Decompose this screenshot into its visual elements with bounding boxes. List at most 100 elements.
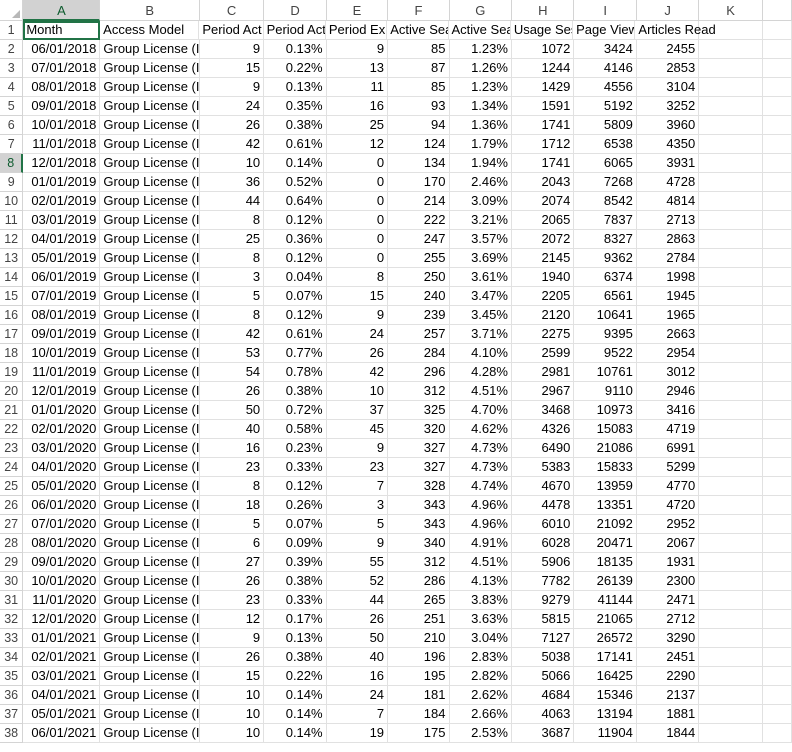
cell-g[interactable]: 4.96%	[449, 515, 512, 534]
cell-d[interactable]: 0.22%	[264, 667, 327, 686]
cell-c[interactable]: 10	[199, 154, 265, 173]
cell-b[interactable]: Group License (I	[100, 667, 200, 686]
cell-j[interactable]: 1931	[636, 553, 700, 572]
cell-f[interactable]: 284	[388, 344, 450, 363]
cell-e[interactable]: 52	[326, 572, 389, 591]
cell-d[interactable]: 0.07%	[264, 515, 327, 534]
cell-i[interactable]: 9522	[574, 344, 637, 363]
row-header[interactable]: 13	[0, 249, 24, 268]
cell-c[interactable]: 10	[199, 686, 265, 705]
row-header[interactable]: 4	[0, 78, 24, 97]
cell-a[interactable]: 07/01/2019	[23, 287, 101, 306]
cell-c[interactable]: 42	[199, 135, 265, 154]
cell-e[interactable]: 24	[326, 686, 389, 705]
cell-g[interactable]: 4.28%	[449, 363, 512, 382]
cell-f[interactable]: 134	[388, 154, 450, 173]
cell-h[interactable]: 5383	[511, 458, 575, 477]
cell-b[interactable]: Group License (I	[100, 154, 200, 173]
cell-k[interactable]	[699, 420, 763, 439]
cell-b[interactable]: Group License (I	[100, 553, 200, 572]
cell-h[interactable]: 1429	[511, 78, 575, 97]
cell-b[interactable]: Group License (I	[100, 382, 200, 401]
row-header[interactable]: 20	[0, 382, 24, 401]
cell-g1[interactable]: Active Sea	[448, 21, 511, 40]
cell-j[interactable]: 3416	[636, 401, 700, 420]
row-header[interactable]: 3	[0, 59, 24, 78]
cell-b[interactable]: Group License (I	[100, 268, 200, 287]
column-header-k[interactable]: K	[699, 0, 763, 21]
cell-i[interactable]: 13351	[574, 496, 637, 515]
cell-f[interactable]: 257	[388, 325, 450, 344]
row-header[interactable]: 30	[0, 572, 24, 591]
cell-k[interactable]	[699, 40, 763, 59]
cell-c[interactable]: 44	[199, 192, 265, 211]
cell-a[interactable]: 11/01/2019	[23, 363, 101, 382]
cell-i[interactable]: 41144	[574, 591, 637, 610]
cell-d[interactable]: 0.09%	[264, 534, 327, 553]
column-header-a[interactable]: A	[23, 0, 101, 21]
cell-g[interactable]: 1.26%	[449, 59, 512, 78]
row-header[interactable]: 19	[0, 363, 24, 382]
cell-b[interactable]: Group License (I	[100, 686, 200, 705]
row-header[interactable]: 10	[0, 192, 24, 211]
cell-f[interactable]: 325	[388, 401, 450, 420]
row-header[interactable]: 1	[0, 21, 24, 40]
cell-i[interactable]: 17141	[574, 648, 637, 667]
cell-f[interactable]: 240	[388, 287, 450, 306]
row-header[interactable]: 34	[0, 648, 24, 667]
cell-i[interactable]: 11904	[574, 724, 637, 743]
cell-e[interactable]: 8	[326, 268, 389, 287]
cell-f[interactable]: 93	[388, 97, 450, 116]
cell-i[interactable]: 7268	[574, 173, 637, 192]
cell-g[interactable]: 3.71%	[449, 325, 512, 344]
cell-e[interactable]: 40	[326, 648, 389, 667]
cell-k[interactable]	[699, 496, 763, 515]
cell-j[interactable]: 2300	[636, 572, 700, 591]
cell-k[interactable]	[699, 287, 763, 306]
cell-k[interactable]	[699, 458, 763, 477]
cell-e[interactable]: 16	[326, 97, 389, 116]
cell-b[interactable]: Group License (I	[100, 192, 200, 211]
cell-k[interactable]	[699, 173, 763, 192]
cell-f[interactable]: 94	[388, 116, 450, 135]
cell-a[interactable]: 09/01/2018	[23, 97, 101, 116]
cell-a[interactable]: 08/01/2019	[23, 306, 101, 325]
cell-e[interactable]: 0	[326, 249, 389, 268]
cell-e[interactable]: 23	[326, 458, 389, 477]
cell-b[interactable]: Group License (I	[100, 705, 200, 724]
cell-h1[interactable]: Usage Ses	[510, 21, 574, 40]
cell-g[interactable]: 1.34%	[449, 97, 512, 116]
cell-g[interactable]: 2.46%	[449, 173, 512, 192]
row-header[interactable]: 33	[0, 629, 24, 648]
cell-i[interactable]: 4556	[574, 78, 637, 97]
cell-e[interactable]: 0	[326, 230, 389, 249]
cell-f[interactable]: 296	[388, 363, 450, 382]
cell-d[interactable]: 0.58%	[264, 420, 327, 439]
cell-f[interactable]: 214	[388, 192, 450, 211]
cell-h[interactable]: 4326	[511, 420, 575, 439]
cell-j[interactable]: 3290	[636, 629, 700, 648]
cell-e[interactable]: 0	[326, 173, 389, 192]
cell-h[interactable]: 1244	[511, 59, 575, 78]
cell-i[interactable]: 21086	[574, 439, 637, 458]
cell-i[interactable]: 6538	[574, 135, 637, 154]
cell-g[interactable]: 4.13%	[449, 572, 512, 591]
cell-k[interactable]	[699, 230, 763, 249]
cell-i[interactable]: 10641	[574, 306, 637, 325]
cell-c[interactable]: 8	[199, 306, 265, 325]
row-header[interactable]: 11	[0, 211, 24, 230]
cell-e[interactable]: 26	[326, 344, 389, 363]
cell-k[interactable]	[699, 306, 763, 325]
cell-d[interactable]: 0.14%	[264, 154, 327, 173]
cell-h[interactable]: 6010	[511, 515, 575, 534]
cell-d[interactable]: 0.17%	[264, 610, 327, 629]
cell-d[interactable]: 0.26%	[264, 496, 327, 515]
cell-c[interactable]: 10	[199, 705, 265, 724]
cell-a[interactable]: 12/01/2019	[23, 382, 101, 401]
cell-d[interactable]: 0.38%	[264, 116, 327, 135]
cell-g[interactable]: 3.21%	[449, 211, 512, 230]
cell-g[interactable]: 4.70%	[449, 401, 512, 420]
cell-b[interactable]: Group License (I	[100, 572, 200, 591]
cell-g[interactable]: 1.23%	[449, 40, 512, 59]
cell-f[interactable]: 312	[388, 553, 450, 572]
